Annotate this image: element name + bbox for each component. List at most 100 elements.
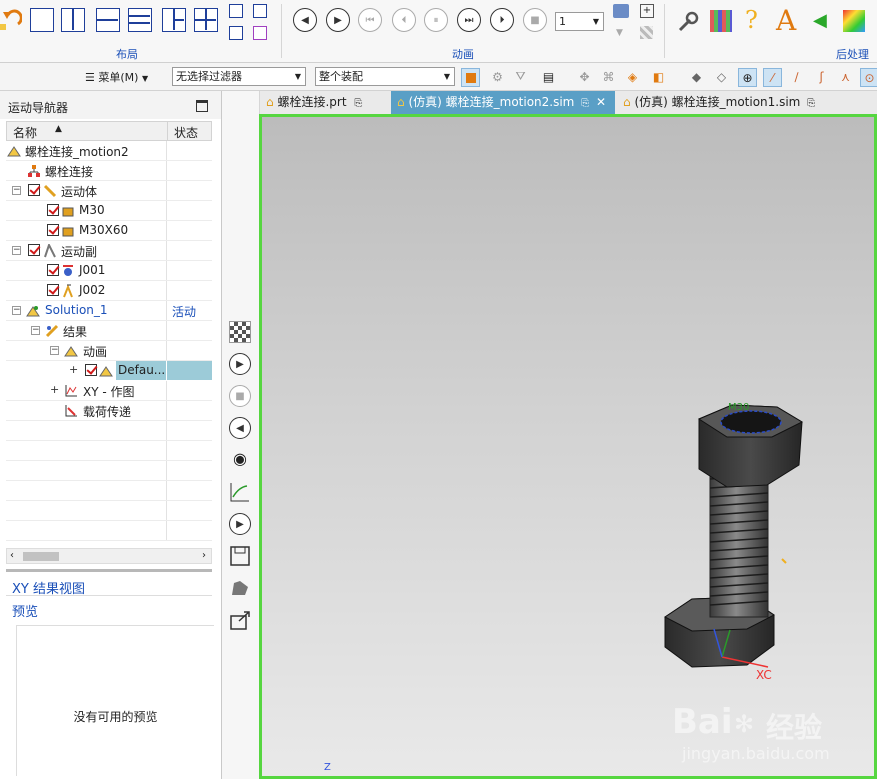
layout-grid-small-2-icon[interactable] [253, 4, 267, 18]
visibility-checkbox[interactable] [28, 244, 40, 256]
selection-filter-select[interactable]: 无选择过滤器 ▼ [172, 67, 306, 86]
scroll-right-icon[interactable]: › [202, 550, 206, 561]
visibility-checkbox[interactable] [47, 204, 59, 216]
fast-forward-icon[interactable]: ⏭ [457, 8, 481, 32]
dropdown-arrow-icon[interactable]: ▼ [616, 28, 623, 38]
graphics-viewport[interactable]: M30 XC Z Bai ✻ 经验 jingyan.baidu.com [259, 114, 877, 779]
hand-icon[interactable] [229, 577, 251, 599]
cube-icon[interactable]: ◈ [624, 68, 641, 85]
select-body-icon[interactable] [461, 68, 480, 87]
selection-list-icon[interactable]: ▤ [540, 68, 557, 85]
select-component-icon[interactable]: ⚙ [489, 68, 506, 85]
visibility-checkbox[interactable] [47, 284, 59, 296]
bolt-nut-model[interactable] [262, 117, 874, 776]
sort-ascending-icon[interactable]: ▲ [55, 124, 62, 134]
collapse-icon[interactable]: − [31, 326, 40, 335]
text-annotation-icon[interactable]: A [776, 4, 796, 37]
visibility-checkbox[interactable] [47, 224, 59, 236]
tree-row-solution1[interactable]: − Solution_1 活动 [6, 301, 212, 321]
checker-icon[interactable] [640, 26, 653, 39]
wrench-icon[interactable] [676, 10, 700, 34]
tree-row-default[interactable]: + Defau... [6, 361, 212, 381]
visibility-checkbox[interactable] [47, 264, 59, 276]
color-grid-icon[interactable] [710, 10, 732, 32]
column-name[interactable]: 名称 [13, 124, 37, 141]
tree-row-motion2[interactable]: 螺栓连接_motion2 [6, 141, 212, 161]
curve-snap-icon[interactable]: ∕ [788, 68, 805, 85]
step-back-icon[interactable]: ◀ [293, 8, 317, 32]
center-point-icon[interactable]: ⊙ [860, 68, 877, 87]
help-icon[interactable]: ? [745, 6, 758, 34]
horizontal-scrollbar[interactable]: ‹ › [6, 548, 212, 564]
undo-icon[interactable] [0, 8, 22, 32]
collapse-icon[interactable]: − [12, 306, 21, 315]
tree-row-xy-plot[interactable]: + XY - 作图 [6, 381, 212, 401]
tree-row-j001[interactable]: J001 [6, 261, 212, 281]
play-forward-icon[interactable]: ▶ [229, 513, 251, 535]
graph-icon[interactable] [229, 481, 251, 503]
pin-icon[interactable]: ⎘ [354, 98, 362, 109]
previous-frame-icon[interactable]: ⏴ [392, 8, 416, 32]
line-snap-icon[interactable]: ⁄ [763, 68, 782, 87]
tree-row-results[interactable]: − 结果 [6, 321, 212, 341]
tab-motion2-sim[interactable]: ⌂ (仿真) 螺栓连接_motion2.sim ⎘ ✕ [391, 91, 615, 114]
visibility-checkbox[interactable] [28, 184, 40, 196]
column-status[interactable]: 状态 [174, 124, 198, 141]
layout-four-view-icon[interactable] [194, 8, 218, 32]
tab-motion1-sim[interactable]: ⌂ (仿真) 螺栓连接_motion1.sim ⎘ [617, 91, 833, 114]
pause-icon[interactable]: ⏸ [424, 8, 448, 32]
spline-icon[interactable]: ʃ [813, 68, 830, 85]
shaded-cube-icon[interactable]: ◆ [688, 68, 705, 85]
add-icon[interactable]: + [640, 4, 654, 18]
export-icon[interactable] [229, 609, 251, 631]
layout-left-split-icon[interactable] [162, 8, 186, 32]
layout-grid-small-3-icon[interactable] [229, 26, 243, 40]
tree-row-assembly[interactable]: 螺栓连接 [6, 161, 212, 181]
animation-settings-icon[interactable] [613, 4, 629, 18]
eye-list-icon[interactable]: ◉ [229, 449, 251, 471]
play-icon[interactable]: ▶ [229, 353, 251, 375]
tab-bolt-prt[interactable]: ⌂ 螺栓连接.prt ⎘ [260, 91, 391, 114]
panel-splitter[interactable] [6, 569, 212, 572]
pin-icon[interactable]: ⎘ [581, 98, 589, 109]
tree-row-animation[interactable]: − 动画 [6, 341, 212, 361]
rewind-to-start-icon[interactable]: ⏮ [358, 8, 382, 32]
crosshair-icon[interactable]: ⊕ [738, 68, 757, 87]
stop-icon[interactable]: ■ [229, 385, 251, 407]
step-back-icon[interactable]: ◀ [229, 417, 251, 439]
assembly-icon[interactable]: ⌘ [600, 68, 617, 85]
stop-icon[interactable]: ■ [523, 8, 547, 32]
visibility-checkbox[interactable] [85, 364, 97, 376]
arrow-left-icon[interactable]: ◀ [813, 10, 827, 31]
tree-row-links[interactable]: − 运动体 [6, 181, 212, 201]
play-icon[interactable]: ▶ [326, 8, 350, 32]
wire-cube-icon[interactable]: ◇ [713, 68, 730, 85]
scroll-left-icon[interactable]: ‹ [10, 550, 14, 561]
expand-icon[interactable]: + [69, 364, 78, 375]
collapse-icon[interactable]: − [12, 246, 21, 255]
frame-select[interactable]: 1 ▼ [555, 12, 604, 31]
next-frame-icon[interactable]: ⏵ [490, 8, 514, 32]
layout-split-vertical-icon[interactable] [61, 8, 85, 32]
layout-single-icon[interactable] [30, 8, 54, 32]
tree-row-load-transfer[interactable]: 载荷传递 [6, 401, 212, 421]
expand-icon[interactable]: + [50, 384, 59, 395]
collapse-icon[interactable]: − [12, 186, 21, 195]
face-select-icon[interactable]: ◧ [650, 68, 667, 85]
menu-button[interactable]: ☰ 菜单(M) ▼ [85, 69, 148, 85]
tree-row-m30[interactable]: M30 [6, 201, 212, 221]
collapse-icon[interactable]: − [50, 346, 59, 355]
save-icon[interactable] [229, 545, 251, 567]
layout-split-horizontal-icon[interactable] [96, 8, 120, 32]
select-filter-icon[interactable]: ⛛ [512, 68, 529, 85]
tree-row-m30x60[interactable]: M30X60 [6, 221, 212, 241]
spectrum-icon[interactable] [843, 10, 865, 32]
layout-three-rows-icon[interactable] [128, 8, 152, 32]
layout-checklist-icon[interactable] [253, 26, 267, 40]
intersection-icon[interactable]: ⋏ [837, 68, 854, 85]
tree-row-joints[interactable]: − 运动副 [6, 241, 212, 261]
tree-row-j002[interactable]: J002 [6, 281, 212, 301]
pin-icon[interactable]: ⎘ [807, 98, 815, 109]
scrollbar-thumb[interactable] [23, 552, 59, 561]
layout-grid-small-icon[interactable] [229, 4, 243, 18]
